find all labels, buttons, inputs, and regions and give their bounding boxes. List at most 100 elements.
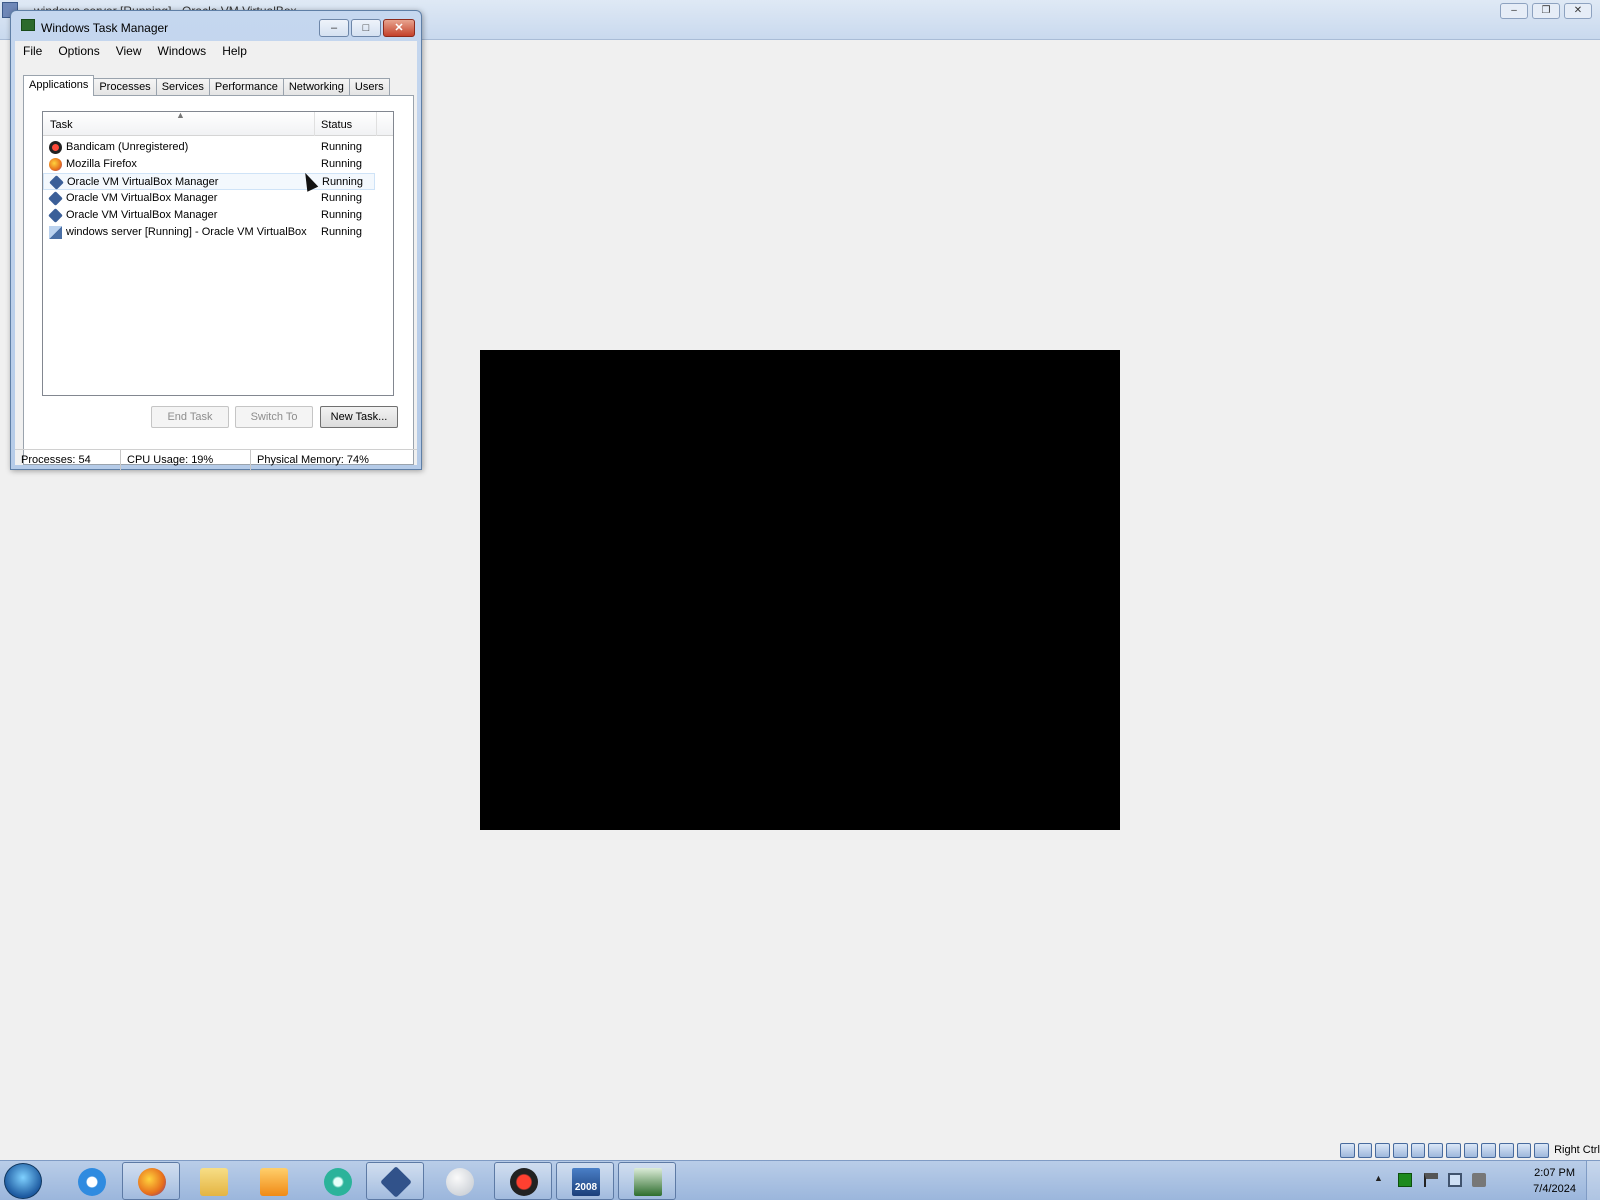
column-header-status[interactable]: Status (315, 112, 377, 136)
task-name: windows server [Running] - Oracle VM Vir… (66, 226, 307, 238)
task-status: Running (321, 192, 362, 204)
end-task-button[interactable]: End Task (151, 406, 229, 428)
network-icon[interactable] (1393, 1142, 1408, 1158)
firefox-icon (49, 158, 62, 171)
taskbar-windows-server-vm[interactable]: 2008 (556, 1162, 614, 1200)
taskbar-teal-app[interactable] (308, 1162, 366, 1200)
clock-time: 2:07 PM (1534, 1167, 1576, 1179)
taskbar: 2008 ▲ 2:07 PM 7/4/2024 (0, 1160, 1600, 1200)
show-desktop-button[interactable] (1586, 1161, 1600, 1200)
optical-drive-icon[interactable] (1357, 1142, 1373, 1158)
menu-windows[interactable]: Windows (150, 41, 215, 61)
status-cpu-usage: CPU Usage: 19% (121, 450, 251, 470)
guest-vm-screen[interactable] (480, 350, 1120, 830)
clock-date: 7/4/2024 (1533, 1183, 1576, 1195)
close-button[interactable]: ✕ (383, 19, 415, 37)
task-row[interactable]: Mozilla Firefox Running (43, 156, 393, 173)
cpu-icon[interactable] (1481, 1142, 1497, 1158)
hard-disk-icon[interactable] (1340, 1142, 1355, 1158)
status-bar: Processes: 54 CPU Usage: 19% Physical Me… (15, 449, 417, 470)
green-status-icon[interactable] (1398, 1173, 1412, 1187)
menu-options[interactable]: Options (50, 41, 107, 61)
task-manager-title: Windows Task Manager (41, 21, 169, 35)
taskbar-task-manager[interactable] (618, 1162, 676, 1200)
task-row[interactable]: Bandicam (Unregistered) Running (43, 139, 393, 156)
task-status: Running (321, 209, 362, 221)
audio-icon[interactable] (1375, 1142, 1391, 1158)
vbox-restore-button[interactable]: ❐ (1532, 3, 1560, 19)
action-center-flag-icon[interactable] (1424, 1173, 1438, 1187)
grey-orb-icon (446, 1168, 474, 1196)
task-manager-icon (634, 1168, 662, 1196)
vm-status-indicators: Right Ctrl (1340, 1140, 1600, 1160)
recording-icon[interactable] (1463, 1142, 1479, 1158)
media-player-icon (260, 1168, 288, 1196)
tab-networking[interactable]: Networking (282, 78, 350, 96)
host-key-label: Right Ctrl (1554, 1144, 1600, 1156)
task-name: Bandicam (Unregistered) (66, 141, 189, 153)
task-status: Running (321, 141, 362, 153)
virtualbox-icon (49, 175, 64, 190)
new-task-button[interactable]: New Task... (320, 406, 398, 428)
mouse-integration-icon[interactable] (1516, 1142, 1532, 1158)
firefox-icon (138, 1168, 166, 1196)
task-rows: Bandicam (Unregistered) Running Mozilla … (43, 139, 393, 241)
taskbar-bandicam[interactable] (494, 1162, 552, 1200)
task-manager-window: Windows Task Manager – □ ✕ File Options … (10, 10, 422, 470)
virtualization-icon[interactable] (1499, 1142, 1514, 1158)
clock[interactable]: 2:07 PM 7/4/2024 (1533, 1165, 1576, 1197)
menu-bar: File Options View Windows Help (15, 41, 417, 61)
tab-strip: Applications Processes Services Performa… (23, 75, 390, 96)
tab-processes[interactable]: Processes (93, 78, 157, 96)
column-header-task-label: Task (50, 119, 73, 131)
start-button[interactable] (4, 1163, 42, 1199)
task-row[interactable]: Oracle VM VirtualBox Manager Running (43, 173, 375, 190)
keyboard-capture-icon[interactable] (1534, 1142, 1550, 1158)
column-header-task[interactable]: ▲ Task (43, 110, 315, 136)
task-row[interactable]: windows server [Running] - Oracle VM Vir… (43, 224, 393, 241)
task-manager-body: File Options View Windows Help Applicati… (15, 41, 417, 470)
virtualbox-icon (48, 191, 63, 206)
network-tray-icon[interactable] (1448, 1173, 1462, 1187)
task-status: Running (322, 176, 363, 188)
system-tray: ▲ 2:07 PM 7/4/2024 (1370, 1161, 1600, 1200)
menu-file[interactable]: File (15, 41, 50, 61)
virtualbox-icon (380, 1166, 412, 1198)
show-hidden-icons-icon[interactable]: ▲ (1374, 1173, 1383, 1183)
bandicam-icon (49, 141, 62, 154)
volume-muted-icon[interactable] (1472, 1173, 1486, 1187)
maximize-button[interactable]: □ (351, 19, 381, 37)
task-name: Mozilla Firefox (66, 158, 137, 170)
task-manager-titlebar[interactable]: Windows Task Manager – □ ✕ (11, 11, 421, 39)
shared-folders-icon[interactable] (1428, 1142, 1444, 1158)
teal-app-icon (324, 1168, 352, 1196)
task-row[interactable]: Oracle VM VirtualBox Manager Running (43, 207, 393, 224)
bandicam-icon (510, 1168, 538, 1196)
usb-icon[interactable] (1410, 1142, 1426, 1158)
tab-services[interactable]: Services (155, 78, 210, 96)
task-list[interactable]: ▲ Task Status Bandicam (Unregistered) Ru… (42, 110, 394, 396)
switch-to-button[interactable]: Switch To (235, 406, 313, 428)
tab-users[interactable]: Users (348, 78, 390, 96)
display-icon[interactable] (1446, 1142, 1461, 1158)
taskbar-firefox[interactable] (122, 1162, 180, 1200)
status-physical-memory: Physical Memory: 74% (257, 454, 369, 466)
task-status: Running (321, 226, 362, 238)
task-row[interactable]: Oracle VM VirtualBox Manager Running (43, 190, 393, 207)
sort-ascending-icon: ▲ (176, 110, 185, 120)
menu-help[interactable]: Help (214, 41, 255, 61)
taskbar-grey-app[interactable] (430, 1162, 488, 1200)
tab-applications[interactable]: Applications (23, 75, 95, 96)
taskbar-internet-explorer[interactable] (62, 1162, 120, 1200)
vbox-minimize-button[interactable]: – (1500, 3, 1528, 19)
task-manager-window-controls: – □ ✕ (319, 19, 415, 37)
windows-server-2008-icon: 2008 (572, 1168, 600, 1196)
taskbar-file-explorer[interactable] (184, 1162, 242, 1200)
menu-view[interactable]: View (108, 41, 150, 61)
minimize-button[interactable]: – (319, 19, 349, 37)
taskbar-media-player[interactable] (244, 1162, 302, 1200)
vbox-close-button[interactable]: ✕ (1564, 3, 1592, 19)
list-header: ▲ Task Status (43, 110, 393, 136)
tab-performance[interactable]: Performance (208, 78, 284, 96)
taskbar-virtualbox[interactable] (366, 1162, 424, 1200)
